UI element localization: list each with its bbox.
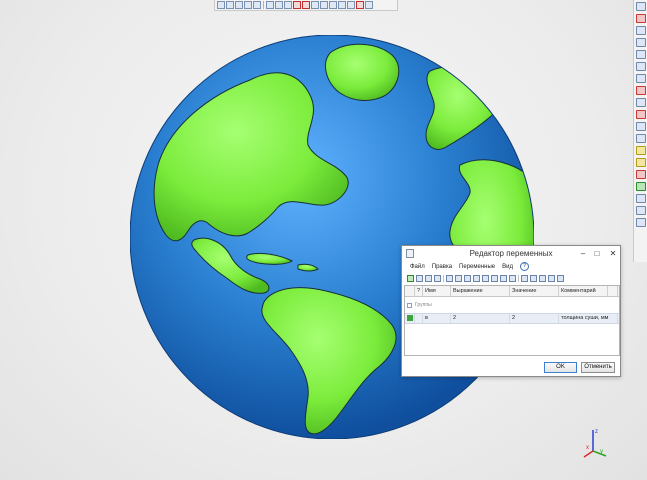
insert-column-icon[interactable] (521, 274, 528, 282)
function-icon[interactable] (425, 274, 432, 282)
camera-icon[interactable] (635, 206, 646, 215)
paste-icon[interactable] (473, 274, 480, 282)
import-icon[interactable] (509, 274, 516, 282)
variable-editor-dialog: Редактор переменных – □ ✕ Файл Правка Пе… (401, 245, 621, 377)
insert-row-icon[interactable] (530, 274, 537, 282)
x-axis-label: x (586, 445, 589, 451)
ok-button[interactable]: OK (544, 362, 577, 373)
toolbar-separator (518, 274, 519, 282)
check-icon[interactable] (253, 1, 261, 9)
toolbar-separator (263, 1, 264, 9)
light-icon[interactable] (635, 158, 646, 167)
dialog-title-bar[interactable]: Редактор переменных – □ ✕ (402, 246, 620, 261)
toolbar-separator (443, 274, 444, 282)
variable-name-cell[interactable]: в (423, 314, 451, 323)
table-header-row: ? Имя Выражение Значение Комментарий (405, 286, 619, 297)
render-icon[interactable] (356, 1, 364, 9)
column-header-name[interactable]: Имя (423, 286, 451, 296)
column-settings-icon[interactable] (608, 286, 618, 296)
right-toolbar (633, 0, 647, 262)
dialog-toolbar (402, 272, 620, 284)
measure-icon[interactable] (284, 1, 292, 9)
box-icon[interactable] (311, 1, 319, 9)
magnet-icon[interactable] (635, 14, 646, 23)
maximize-icon[interactable]: □ (589, 248, 605, 259)
group-label: Группы (415, 302, 432, 308)
page-icon[interactable] (365, 1, 373, 9)
grid-icon[interactable] (635, 134, 646, 143)
sort-icon[interactable] (548, 274, 555, 282)
z-axis-label: z (595, 429, 598, 435)
y-axis-label: y (600, 449, 603, 455)
sphere-icon[interactable] (635, 146, 646, 155)
dialog-menu-bar: Файл Правка Переменные Вид ? (402, 261, 620, 272)
print-icon[interactable] (416, 274, 423, 282)
document-icon[interactable] (635, 122, 646, 131)
table-icon[interactable] (446, 274, 453, 282)
measure-icon[interactable] (635, 62, 646, 71)
check-mark-icon[interactable] (635, 86, 646, 95)
column-header-flag[interactable] (405, 286, 415, 296)
add-variable-icon[interactable] (407, 274, 414, 282)
screen-icon[interactable] (635, 194, 646, 203)
variable-value-cell: 2 (510, 314, 559, 323)
axis-triad: z x y (583, 429, 607, 458)
rectangle-icon[interactable] (266, 1, 274, 9)
column-header-comment[interactable]: Комментарий (559, 286, 608, 296)
export-icon[interactable] (500, 274, 507, 282)
zoom-in-icon[interactable] (635, 26, 646, 35)
variable-comment-cell[interactable]: толщина суши, мм (559, 314, 618, 323)
tools-icon[interactable] (635, 110, 646, 119)
globe-model[interactable] (130, 35, 534, 439)
flag-icon (407, 315, 413, 321)
section-icon[interactable] (329, 1, 337, 9)
x-axis-line (583, 450, 594, 458)
find-icon[interactable] (455, 274, 462, 282)
view-icon[interactable] (226, 1, 234, 9)
box-red-icon[interactable] (302, 1, 310, 9)
function-list-icon[interactable] (434, 274, 441, 282)
zoom-out-icon[interactable] (635, 50, 646, 59)
color-icon[interactable] (635, 170, 646, 179)
filter-icon[interactable] (217, 1, 225, 9)
variables-table: ? Имя Выражение Значение Комментарий Гру… (404, 285, 620, 356)
variable-flag-cell[interactable] (405, 314, 415, 323)
menu-view[interactable]: Вид (502, 264, 513, 270)
cursor-icon[interactable] (635, 98, 646, 107)
display-icon[interactable] (338, 1, 346, 9)
options-icon[interactable] (557, 274, 564, 282)
material-icon[interactable] (635, 182, 646, 191)
column-header-expression[interactable]: Выражение (451, 286, 510, 296)
close-icon[interactable]: ✕ (605, 248, 621, 259)
calculator-icon[interactable] (482, 274, 489, 282)
column-header-info[interactable]: ? (415, 286, 423, 296)
shade-icon[interactable] (347, 1, 355, 9)
axis-icon[interactable] (275, 1, 283, 9)
top-toolbar (214, 0, 398, 11)
group-icon (407, 303, 412, 308)
zoom-icon[interactable] (635, 38, 646, 47)
menu-file[interactable]: Файл (410, 264, 425, 270)
menu-variables[interactable]: Переменные (459, 264, 495, 270)
table-icon[interactable] (635, 2, 646, 11)
cancel-button[interactable]: Отменить (581, 362, 615, 373)
select-icon[interactable] (235, 1, 243, 9)
snap-icon[interactable] (244, 1, 252, 9)
group-row[interactable]: Группы (405, 301, 619, 310)
dimension-icon[interactable] (635, 74, 646, 83)
boat-icon[interactable] (635, 218, 646, 227)
grid-icon[interactable] (491, 274, 498, 282)
settings-icon[interactable] (539, 274, 546, 282)
menu-edit[interactable]: Правка (432, 264, 452, 270)
column-header-value[interactable]: Значение (510, 286, 559, 296)
variable-info-cell (415, 314, 423, 323)
table-row[interactable]: в 2 2 толщина суши, мм (405, 313, 619, 324)
copy-icon[interactable] (464, 274, 471, 282)
variable-expression-cell[interactable]: 2 (451, 314, 510, 323)
cube-red-icon[interactable] (293, 1, 301, 9)
help-icon[interactable]: ? (519, 262, 529, 271)
layers-icon[interactable] (320, 1, 328, 9)
